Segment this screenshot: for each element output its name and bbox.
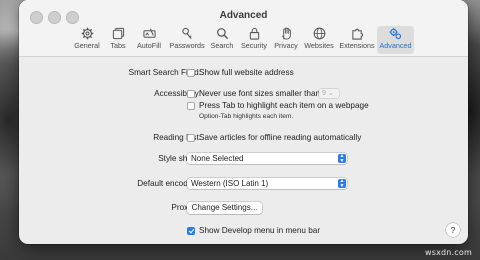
- change-settings-button[interactable]: Change Settings...: [187, 202, 262, 214]
- tab-privacy[interactable]: Privacy: [272, 26, 300, 54]
- min-font-size-checkbox[interactable]: [187, 90, 195, 98]
- puzzle-icon: [351, 28, 363, 40]
- min-font-size-select[interactable]: 9 ⌄: [319, 89, 339, 98]
- autofill-icon: [142, 28, 156, 38]
- default-encoding-value: Western (ISO Latin 1): [191, 179, 269, 188]
- tab-label: Passwords: [169, 41, 205, 50]
- search-icon: [216, 28, 228, 40]
- min-font-size-value: 9: [322, 90, 326, 97]
- tab-autofill[interactable]: AutoFill: [133, 26, 165, 54]
- gear-icon: [81, 27, 93, 40]
- min-font-size-text: Never use font sizes smaller than: [199, 89, 321, 98]
- default-encoding-select[interactable]: Western (ISO Latin 1) ▲ ▼: [187, 178, 347, 189]
- tab-passwords[interactable]: Passwords: [168, 26, 206, 54]
- tab-label: Advanced: [379, 41, 412, 50]
- tab-websites[interactable]: Websites: [302, 26, 336, 54]
- globe-icon: [313, 27, 325, 40]
- tab-security[interactable]: Security: [238, 26, 270, 54]
- toolbar: Advanced General Tabs AutoFill Passwords…: [19, 0, 468, 57]
- tab-general[interactable]: General: [71, 26, 103, 54]
- style-sheet-value: None Selected: [191, 154, 244, 163]
- tab-label: General: [74, 41, 100, 50]
- tab-label: AutoFill: [137, 41, 161, 50]
- tab-extensions[interactable]: Extensions: [338, 26, 376, 54]
- offline-reading-checkbox[interactable]: [187, 134, 195, 142]
- up-down-arrows-icon: ▲ ▼: [338, 153, 346, 164]
- tabs-icon: [112, 27, 124, 40]
- settings-panel: Smart Search Field: Show full website ad…: [19, 57, 468, 244]
- chevron-down-icon: ⌄: [327, 90, 334, 97]
- develop-menu-checkbox[interactable]: [187, 227, 195, 235]
- tab-highlight-hint: Option-Tab highlights each item.: [199, 113, 294, 120]
- tab-label: Search: [210, 41, 234, 50]
- show-full-address-text: Show full website address: [199, 68, 294, 77]
- lock-icon: [249, 27, 259, 40]
- preferences-window: Advanced General Tabs AutoFill Passwords…: [19, 0, 468, 244]
- tab-search[interactable]: Search: [208, 26, 236, 54]
- style-sheet-select[interactable]: None Selected ▲ ▼: [187, 153, 347, 164]
- up-down-arrows-icon: ▲ ▼: [338, 178, 346, 189]
- key-icon: [181, 27, 192, 39]
- gears-icon: [389, 28, 402, 40]
- tab-label: Privacy: [274, 41, 298, 50]
- develop-menu-text: Show Develop menu in menu bar: [199, 226, 321, 235]
- tab-tabs[interactable]: Tabs: [106, 26, 130, 54]
- show-full-address-checkbox[interactable]: [187, 69, 195, 77]
- tab-highlight-text: Press Tab to highlight each item on a we…: [199, 101, 369, 110]
- tab-advanced[interactable]: Advanced: [377, 26, 414, 54]
- offline-reading-text: Save articles for offline reading automa…: [199, 133, 362, 142]
- tab-highlight-checkbox[interactable]: [187, 102, 195, 110]
- tab-label: Tabs: [110, 41, 126, 50]
- window-title: Advanced: [219, 10, 268, 21]
- tab-label: Security: [241, 41, 267, 50]
- watermark: wsxdn.com: [424, 248, 472, 257]
- hand-icon: [281, 27, 291, 40]
- tab-label: Websites: [304, 41, 334, 50]
- help-button[interactable]: ?: [446, 223, 460, 237]
- tab-label: Extensions: [339, 41, 375, 50]
